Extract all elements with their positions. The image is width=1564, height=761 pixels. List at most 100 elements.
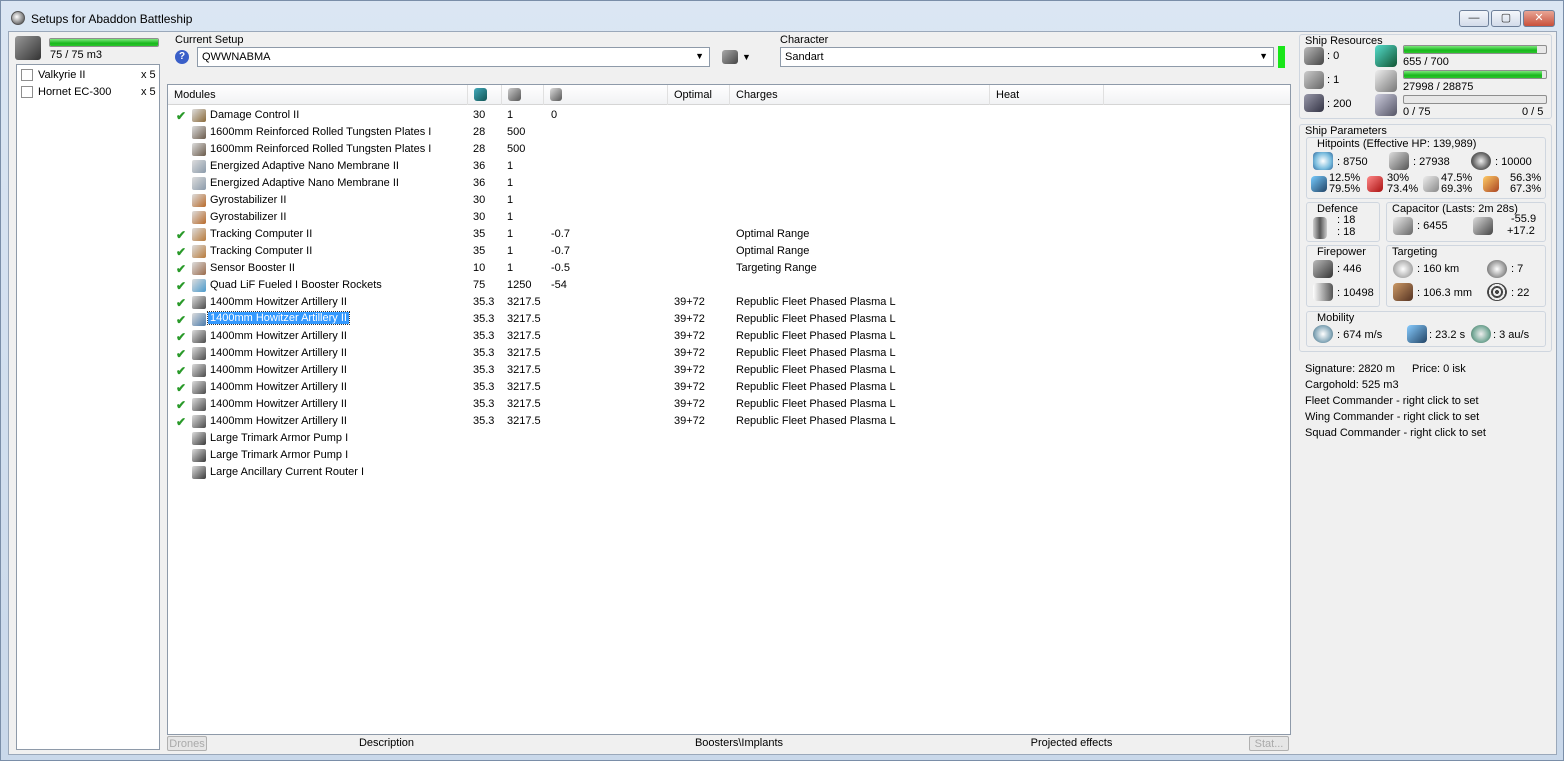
- table-row[interactable]: Energized Adaptive Nano Membrane II 36 1: [168, 158, 1288, 175]
- volley-value: : 10498: [1337, 287, 1374, 299]
- close-button[interactable]: ✕: [1523, 10, 1555, 27]
- structure-icon: [1471, 152, 1491, 170]
- table-row[interactable]: ✔ Sensor Booster II 10 1 -0.5 Targeting Range: [168, 260, 1288, 277]
- chevron-down-icon[interactable]: ▼: [742, 52, 751, 62]
- defence-group: Defence : 18 : 18: [1306, 202, 1380, 242]
- drone-item-valkyrie[interactable]: Valkyrie II x 5: [21, 68, 157, 83]
- minimize-button[interactable]: —: [1459, 10, 1489, 27]
- character-select[interactable]: Sandart ▼: [780, 47, 1274, 67]
- current-setup-label: Current Setup: [175, 34, 244, 46]
- module-cpu: 35.3: [473, 347, 495, 359]
- drone-checkbox[interactable]: [21, 69, 33, 81]
- armor-hp: : 27938: [1413, 156, 1450, 168]
- launcher-icon: [1304, 71, 1324, 89]
- powergrid-bar: [1403, 70, 1547, 79]
- defence-icon: [1313, 217, 1327, 239]
- cpu-value: 655 / 700: [1403, 56, 1449, 68]
- fleet-commander[interactable]: Fleet Commander - right click to set: [1305, 395, 1479, 407]
- col-optimal[interactable]: Optimal: [668, 85, 730, 105]
- module-icon: [192, 177, 206, 190]
- module-cpu: 35.3: [473, 415, 495, 427]
- drone-bay-bar: [49, 38, 159, 47]
- module-power: 3217.5: [507, 398, 541, 410]
- table-row[interactable]: ✔ 1400mm Howitzer Artillery II 35.3 3217.5 3…: [168, 396, 1288, 413]
- wing-commander[interactable]: Wing Commander - right click to set: [1305, 411, 1479, 423]
- module-icon: [192, 211, 206, 224]
- table-row[interactable]: Large Trimark Armor Pump I: [168, 430, 1288, 447]
- scan-resolution-icon: [1393, 283, 1413, 301]
- col-heat[interactable]: Heat: [990, 85, 1104, 105]
- app-window: Setups for Abaddon Battleship — ▢ ✕ 75 /…: [0, 0, 1564, 761]
- thermal-resist-armor: 73.4%: [1387, 183, 1419, 195]
- tab-projected-effects[interactable]: Projected effects: [1009, 736, 1134, 751]
- calibration-icon: [1304, 94, 1324, 112]
- table-row[interactable]: ✔ Quad LiF Fueled I Booster Rockets 75 1250…: [168, 277, 1288, 294]
- cpu-icon: [1375, 45, 1397, 67]
- align-time-icon: [1407, 325, 1427, 343]
- col-cap[interactable]: [544, 85, 668, 105]
- drone-checkbox[interactable]: [21, 86, 33, 98]
- warp-speed-icon: [1471, 325, 1491, 343]
- table-row[interactable]: ✔ 1400mm Howitzer Artillery II 35.3 3217.5 3…: [168, 294, 1288, 311]
- module-cpu: 10: [473, 262, 486, 274]
- mobility-title: Mobility: [1317, 312, 1355, 324]
- module-icon: [192, 466, 206, 479]
- setup-select[interactable]: QWWNABMA ▼: [197, 47, 710, 67]
- maximize-button[interactable]: ▢: [1491, 10, 1521, 27]
- table-row[interactable]: Large Ancillary Current Router I: [168, 464, 1288, 481]
- table-row[interactable]: Gyrostabilizer II 30 1: [168, 209, 1288, 226]
- table-row[interactable]: ✔ Damage Control II 30 1 0: [168, 107, 1288, 124]
- module-cap: 0: [551, 109, 558, 121]
- armor-icon: [1389, 152, 1409, 170]
- squad-commander[interactable]: Squad Commander - right click to set: [1305, 427, 1486, 439]
- tab-stats[interactable]: Stat...: [1249, 736, 1289, 751]
- ship-resources-group: Ship Resources : 0 : 1 : 200 655 / 700 2…: [1299, 34, 1552, 119]
- tab-description[interactable]: Description: [309, 736, 464, 751]
- hitpoints-title: Hitpoints (Effective HP: 139,989): [1317, 138, 1477, 150]
- col-power[interactable]: [502, 85, 544, 105]
- title-bar[interactable]: Setups for Abaddon Battleship — ▢ ✕: [1, 1, 1563, 31]
- table-row[interactable]: Energized Adaptive Nano Membrane II 36 1: [168, 175, 1288, 192]
- modules-table: Modules Optimal Charges Heat ✔ Damage Con…: [167, 84, 1291, 735]
- drone-item-hornet[interactable]: Hornet EC-300 x 5: [21, 85, 157, 100]
- table-row[interactable]: Large Trimark Armor Pump I: [168, 447, 1288, 464]
- capacitor-recharge-icon: [1473, 217, 1493, 235]
- col-cpu[interactable]: [468, 85, 502, 105]
- table-row[interactable]: 1600mm Reinforced Rolled Tungsten Plates…: [168, 124, 1288, 141]
- module-name: Damage Control II: [210, 109, 300, 121]
- table-header: Modules Optimal Charges Heat: [168, 85, 1290, 105]
- table-row[interactable]: ✔ Tracking Computer II 35 1 -0.7 Optimal Rang…: [168, 243, 1288, 260]
- module-cpu: 36: [473, 160, 486, 172]
- capacitor-usage: -55.9: [1511, 213, 1537, 225]
- tab-boosters-implants[interactable]: Boosters\Implants: [669, 736, 809, 751]
- table-row[interactable]: ✔ 1400mm Howitzer Artillery II 35.3 3217.5 3…: [168, 362, 1288, 379]
- module-cpu: 75: [473, 279, 486, 291]
- ship-menu-icon[interactable]: [722, 50, 738, 64]
- table-row[interactable]: ✔ 1400mm Howitzer Artillery II 35.3 3217.5 3…: [168, 345, 1288, 362]
- tab-drones[interactable]: Drones: [167, 736, 207, 751]
- module-charge: Republic Fleet Phased Plasma L: [736, 398, 896, 410]
- table-row[interactable]: ✔ Tracking Computer II 35 1 -0.7 Optimal Rang…: [168, 226, 1288, 243]
- module-icon: [192, 194, 206, 207]
- table-row[interactable]: 1600mm Reinforced Rolled Tungsten Plates…: [168, 141, 1288, 158]
- col-charges[interactable]: Charges: [730, 85, 990, 105]
- module-name: Large Trimark Armor Pump I: [210, 432, 349, 444]
- capacitor-recharge: +17.2: [1507, 225, 1535, 237]
- drone-bandwidth-value: 0 / 75: [1403, 106, 1431, 118]
- module-active-check-icon: ✔: [176, 398, 187, 412]
- module-charge: Targeting Range: [736, 262, 817, 274]
- target-range-icon: [1393, 260, 1413, 278]
- module-icon: [192, 449, 206, 462]
- table-row[interactable]: ✔ 1400mm Howitzer Artillery II 35.3 3217.5 3…: [168, 311, 1288, 328]
- table-row[interactable]: ✔ 1400mm Howitzer Artillery II 35.3 3217.5 3…: [168, 328, 1288, 345]
- module-optimal: 39+72: [674, 415, 705, 427]
- drone-name: Valkyrie II: [38, 69, 86, 81]
- col-modules[interactable]: Modules: [168, 85, 468, 105]
- help-icon[interactable]: ?: [175, 50, 189, 64]
- module-name: Tracking Computer II: [210, 228, 313, 240]
- module-active-check-icon: ✔: [176, 279, 187, 293]
- module-name: Quad LiF Fueled I Booster Rockets: [210, 279, 382, 291]
- table-row[interactable]: Gyrostabilizer II 30 1: [168, 192, 1288, 209]
- table-row[interactable]: ✔ 1400mm Howitzer Artillery II 35.3 3217.5 3…: [168, 379, 1288, 396]
- table-row[interactable]: ✔ 1400mm Howitzer Artillery II 35.3 3217.5 3…: [168, 413, 1288, 430]
